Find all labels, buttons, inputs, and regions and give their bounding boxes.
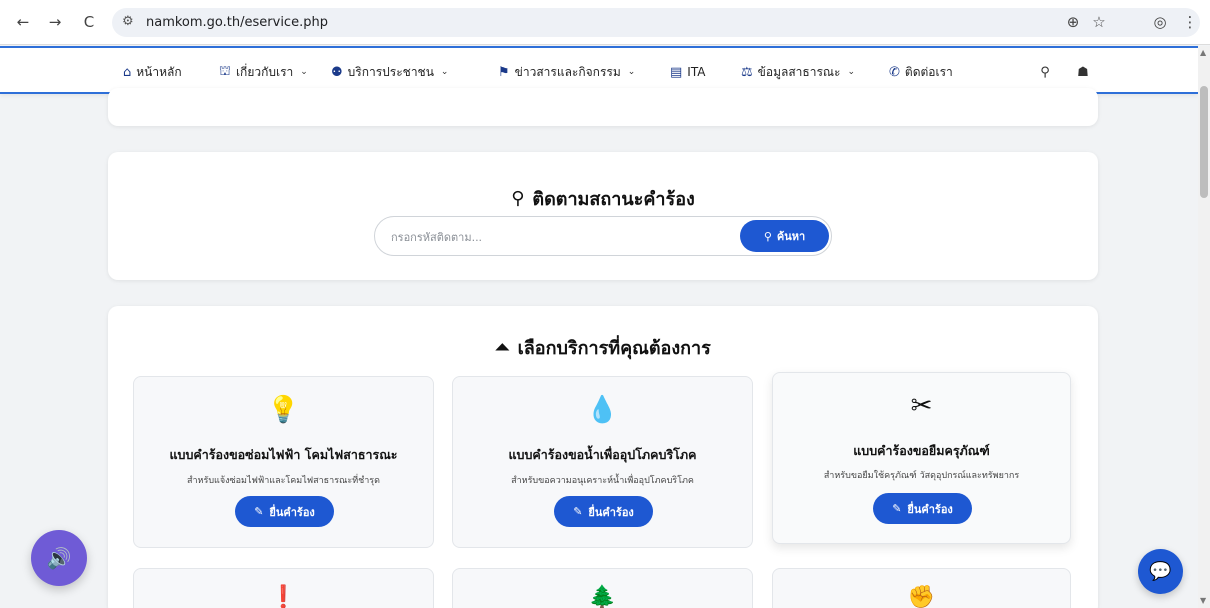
nav-label: เกี่ยวกับเรา: [235, 64, 294, 79]
tree-icon: 🌲: [588, 585, 617, 608]
submit-request-button[interactable]: ✎ ยื่นคำร้อง: [873, 493, 972, 524]
submit-label: ยื่นคำร้อง: [269, 505, 315, 519]
nav-label: หน้าหลัก: [136, 64, 182, 79]
chevron-down-icon: ⌄: [627, 67, 636, 77]
nav-contact[interactable]: ✆ ติดต่อเรา: [889, 61, 953, 83]
nav-about[interactable]: ⛫ เกี่ยวกับเรา ⌄: [219, 61, 308, 83]
megaphone-icon: ⚑: [498, 64, 510, 80]
submit-label: ยื่นคำร้อง: [588, 505, 634, 519]
nav-label: ITA: [687, 65, 706, 79]
nav-public-services[interactable]: ⚉ บริการประชาชน ⌄: [331, 61, 448, 83]
page-scrollbar[interactable]: ▲ ▼: [1198, 46, 1210, 608]
sitemap-icon[interactable]: ☗: [1070, 60, 1096, 84]
tracking-card: ⚲ ติดตามสถานะคำร้อง ⚲ ค้นหา: [108, 152, 1098, 280]
zoom-icon[interactable]: ⊕: [1060, 9, 1086, 35]
edit-icon: ✎: [892, 502, 902, 515]
tracking-code-input[interactable]: [391, 226, 731, 248]
scale-icon: ⚖: [741, 64, 753, 80]
reload-icon[interactable]: C: [76, 9, 102, 35]
search-button-label: ค้นหา: [776, 230, 806, 243]
text-to-speech-button[interactable]: 🔊: [31, 530, 87, 586]
address-bar[interactable]: ⚙ namkom.go.th/eservice.php: [112, 8, 1200, 37]
forward-icon[interactable]: →: [42, 9, 68, 35]
site-settings-icon[interactable]: ⚙: [122, 14, 134, 29]
speaker-icon: 🔊: [46, 546, 72, 570]
services-title-text: เลือกบริการที่คุณต้องการ: [517, 338, 711, 359]
services-card: ⏶ เลือกบริการที่คุณต้องการ 💡 แบบคำร้องขอ…: [108, 306, 1098, 608]
edit-icon: ✎: [254, 505, 264, 518]
service-desc: สำหรับแจ้งซ่อมไฟฟ้าและโคมไฟสาธารณะที่ชำร…: [187, 476, 380, 486]
url-text[interactable]: namkom.go.th/eservice.php: [146, 15, 328, 30]
tracking-title-text: ติดตามสถานะคำร้อง: [532, 189, 695, 210]
nav-home[interactable]: ⌂ หน้าหลัก: [123, 61, 182, 83]
nav-ita[interactable]: ▤ ITA: [670, 61, 705, 83]
nav-news[interactable]: ⚑ ข่าวสารและกิจกรรม ⌄: [498, 61, 635, 83]
service-card-electric: 💡 แบบคำร้องขอซ่อมไฟฟ้า โคมไฟสาธารณะ สำหร…: [133, 376, 434, 548]
phone-icon: ✆: [889, 64, 900, 80]
service-desc: สำหรับขอความอนุเคราะห์น้ำเพื่ออุปโภคบริโ…: [511, 476, 694, 486]
exclamation-icon: ❗: [269, 585, 298, 608]
nav-label: บริการประชาชน: [347, 64, 434, 79]
search-icon[interactable]: ⚲: [1032, 60, 1058, 84]
chevron-down-icon: ⌄: [300, 67, 308, 77]
chat-button[interactable]: 💬: [1138, 549, 1183, 594]
service-name: แบบคำร้องขอซ่อมไฟฟ้า โคมไฟสาธารณะ: [169, 447, 398, 462]
people-icon: ⚉: [331, 64, 343, 80]
nav-public-info[interactable]: ⚖ ข้อมูลสาธารณะ ⌄: [741, 61, 855, 83]
chevron-down-icon: ⌄: [847, 67, 856, 77]
nav-label: ข่าวสารและกิจกรรม: [514, 64, 621, 79]
service-desc: สำหรับขอยืมใช้ครุภัณฑ์ วัสดุอุปกรณ์และทร…: [823, 471, 1020, 481]
nav-label: ข้อมูลสาธารณะ: [757, 64, 841, 79]
tracking-form: ⚲ ค้นหา: [374, 216, 832, 256]
water-drop-icon: 💧: [586, 395, 619, 425]
document-icon: ▤: [670, 64, 683, 80]
chevron-down-icon: ⌄: [440, 67, 449, 77]
service-card-water: 💧 แบบคำร้องขอน้ำเพื่ออุปโภคบริโภค สำหรับ…: [452, 376, 753, 548]
service-card-borrow: ✂ แบบคำร้องขอยืมครุภัณฑ์ สำหรับขอยืมใช้ค…: [772, 372, 1071, 544]
profile-icon[interactable]: ◎: [1147, 9, 1173, 35]
back-icon[interactable]: ←: [10, 9, 36, 35]
building-icon: ⛫: [219, 63, 231, 79]
submit-request-button[interactable]: ✎ ยื่นคำร้อง: [235, 496, 334, 527]
bookmark-star-icon[interactable]: ☆: [1086, 9, 1112, 35]
service-card-next: 🌲: [452, 568, 753, 608]
service-name: แบบคำร้องขอน้ำเพื่ออุปโภคบริโภค: [508, 447, 697, 462]
scroll-up-icon[interactable]: ▲: [1200, 48, 1206, 57]
site-navbar: ⌂ หน้าหลัก ⛫ เกี่ยวกับเรา ⌄ ⚉ บริการประช…: [0, 46, 1198, 94]
tracking-title: ⚲ ติดตามสถานะคำร้อง: [108, 184, 1098, 213]
bell-icon: ⏶: [495, 337, 510, 358]
intro-card: [108, 88, 1098, 126]
service-card-next: ❗: [133, 568, 434, 608]
browser-toolbar: ← → C ⚙ namkom.go.th/eservice.php ⊕ ☆ ◎ …: [0, 0, 1210, 45]
nav-label: ติดต่อเรา: [904, 64, 953, 79]
search-icon: ⚲: [763, 229, 772, 243]
search-button[interactable]: ⚲ ค้นหา: [740, 220, 829, 252]
submit-label: ยื่นคำร้อง: [907, 502, 953, 516]
tools-icon: ✂: [910, 391, 933, 421]
edit-icon: ✎: [573, 505, 583, 518]
chat-icon: 💬: [1149, 561, 1172, 582]
browser-menu-icon[interactable]: ⋮: [1177, 9, 1203, 35]
home-icon: ⌂: [123, 64, 132, 80]
submit-request-button[interactable]: ✎ ยื่นคำร้อง: [554, 496, 653, 527]
search-icon: ⚲: [511, 188, 525, 209]
service-card-next: ✊: [772, 568, 1071, 608]
services-title: ⏶ เลือกบริการที่คุณต้องการ: [108, 333, 1098, 362]
scroll-down-icon[interactable]: ▼: [1200, 596, 1206, 605]
lightbulb-icon: 💡: [267, 395, 300, 425]
service-name: แบบคำร้องขอยืมครุภัณฑ์: [853, 443, 990, 458]
scroll-thumb[interactable]: [1200, 86, 1208, 198]
fist-icon: ✊: [907, 585, 936, 608]
